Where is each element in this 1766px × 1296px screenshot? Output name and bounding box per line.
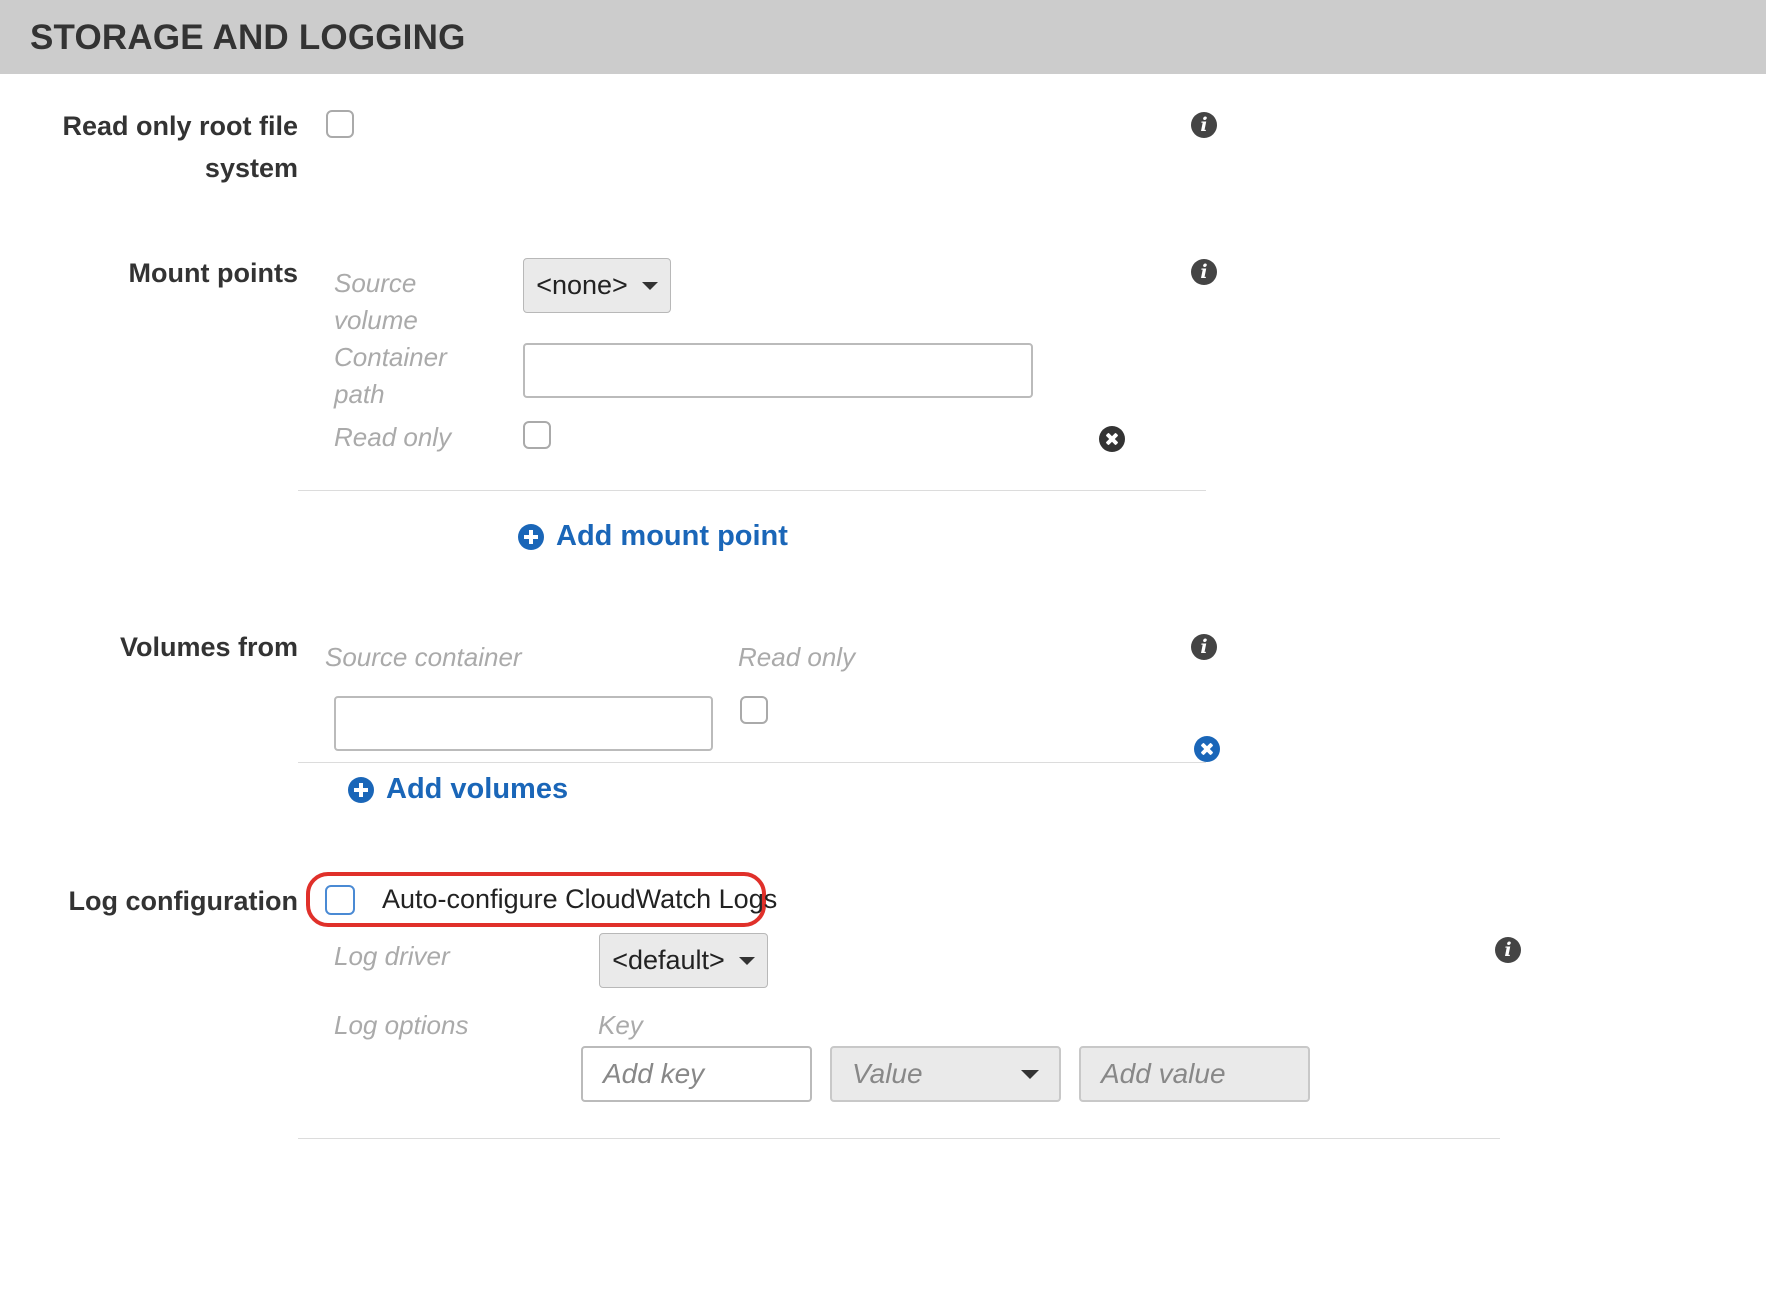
read-only-root-label-line1: Read only root file bbox=[62, 111, 298, 141]
read-only-root-checkbox[interactable] bbox=[326, 110, 354, 138]
read-only-root-label-line2: system bbox=[204, 153, 298, 183]
key-header: Key bbox=[598, 1010, 643, 1040]
log-options-label: Log options bbox=[334, 1010, 469, 1040]
container-path-label-line2: path bbox=[334, 379, 385, 409]
info-icon[interactable]: i bbox=[1191, 112, 1217, 138]
mount-read-only-label: Read only bbox=[334, 422, 452, 452]
log-configuration-label: Log configuration bbox=[68, 886, 298, 916]
container-path-input[interactable] bbox=[523, 343, 1033, 398]
info-icon[interactable]: i bbox=[1191, 259, 1217, 285]
auto-configure-cloudwatch-checkbox[interactable] bbox=[325, 885, 355, 915]
container-path-label: Container path bbox=[334, 336, 447, 415]
mount-points-label: Mount points bbox=[128, 258, 298, 288]
info-icon[interactable]: i bbox=[1191, 634, 1217, 660]
source-volume-label: Source volume bbox=[334, 262, 418, 341]
log-driver-value: <default> bbox=[612, 945, 725, 975]
log-option-key-input[interactable]: Add key bbox=[581, 1046, 812, 1102]
info-icon[interactable]: i bbox=[1495, 937, 1521, 963]
add-mount-point-link[interactable]: Add mount point bbox=[518, 520, 788, 553]
container-path-label-line1: Container bbox=[334, 342, 447, 372]
add-volumes-label: Add volumes bbox=[386, 773, 569, 805]
log-driver-dropdown[interactable]: <default> bbox=[599, 933, 768, 988]
key-placeholder: Add key bbox=[603, 1058, 705, 1089]
source-volume-value: <none> bbox=[536, 270, 628, 300]
source-container-header: Source container bbox=[325, 642, 522, 672]
value-placeholder: Add value bbox=[1101, 1058, 1226, 1089]
caret-down-icon bbox=[1021, 1069, 1039, 1079]
caret-down-icon bbox=[738, 956, 755, 965]
remove-mount-point-icon[interactable] bbox=[1099, 426, 1125, 452]
log-option-value-type-dropdown[interactable]: Value bbox=[830, 1046, 1061, 1102]
section-title: STORAGE AND LOGGING bbox=[30, 18, 466, 57]
remove-volume-icon[interactable] bbox=[1194, 736, 1220, 762]
divider bbox=[298, 762, 1206, 763]
auto-configure-cloudwatch-label[interactable]: Auto-configure CloudWatch Logs bbox=[382, 884, 777, 915]
source-container-input[interactable] bbox=[334, 696, 713, 751]
mount-read-only-checkbox[interactable] bbox=[523, 421, 551, 449]
add-icon bbox=[518, 523, 544, 550]
value-type-placeholder: Value bbox=[852, 1058, 923, 1089]
log-option-value-input[interactable]: Add value bbox=[1079, 1046, 1310, 1102]
volumes-read-only-checkbox[interactable] bbox=[740, 696, 768, 724]
divider bbox=[298, 1138, 1500, 1139]
log-driver-label: Log driver bbox=[334, 941, 450, 971]
divider bbox=[298, 490, 1206, 491]
read-only-root-label: Read only root file system bbox=[40, 105, 298, 189]
caret-down-icon bbox=[641, 281, 658, 290]
add-mount-point-label: Add mount point bbox=[556, 520, 788, 552]
volumes-read-only-header: Read only bbox=[738, 642, 856, 672]
source-volume-dropdown[interactable]: <none> bbox=[523, 258, 671, 313]
add-volumes-link[interactable]: Add volumes bbox=[348, 773, 568, 806]
volumes-from-label: Volumes from bbox=[119, 632, 298, 662]
source-volume-label-line1: Source bbox=[334, 268, 417, 298]
source-volume-label-line2: volume bbox=[334, 305, 418, 335]
add-icon bbox=[348, 776, 374, 803]
